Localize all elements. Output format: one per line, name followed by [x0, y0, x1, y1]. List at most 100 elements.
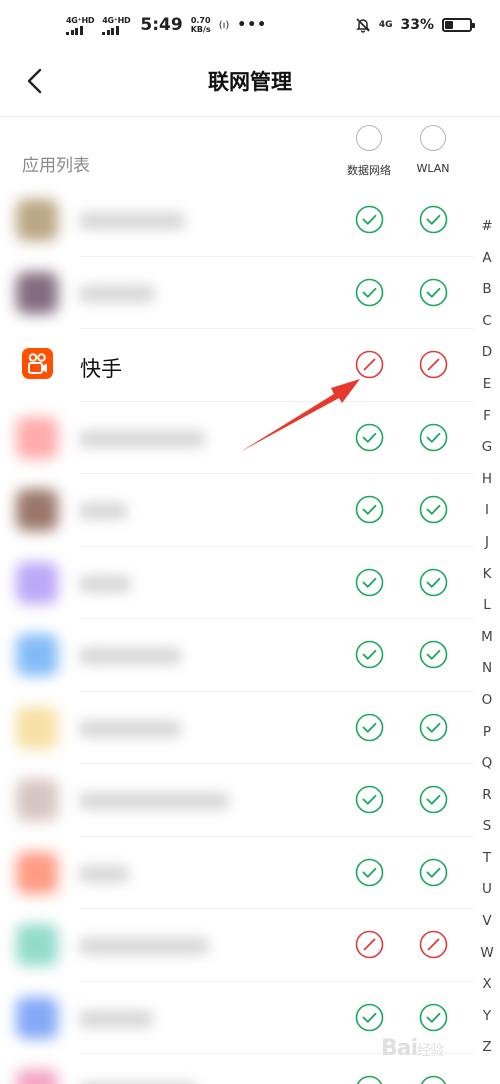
signal-bars-icon [102, 25, 119, 35]
app-icon [16, 924, 58, 966]
mobile-data-allowed-icon[interactable] [355, 495, 384, 524]
index-letter[interactable]: I [476, 500, 498, 532]
mobile-data-allowed-icon[interactable] [355, 1003, 384, 1032]
app-name-redacted [78, 429, 206, 448]
index-letter[interactable]: Q [476, 753, 498, 785]
app-name-redacted [78, 937, 210, 955]
index-letter[interactable]: R [476, 785, 498, 817]
app-icon [16, 779, 58, 821]
wlan-allowed-icon[interactable] [419, 785, 448, 814]
wlan-blocked-icon[interactable] [419, 350, 448, 379]
wlan-blocked-icon[interactable] [419, 930, 448, 959]
mobile-data-allowed-icon[interactable] [355, 713, 384, 742]
app-row[interactable] [0, 184, 500, 257]
index-letter[interactable]: A [476, 248, 498, 280]
wlan-allowed-icon[interactable] [419, 640, 448, 669]
mobile-data-allowed-icon[interactable] [355, 858, 384, 887]
wlan-allowed-icon[interactable] [419, 278, 448, 307]
app-name-redacted [78, 574, 132, 593]
index-letter[interactable]: M [476, 627, 498, 659]
index-letter[interactable]: C [476, 311, 498, 343]
more-notifications-icon: ••• [237, 17, 268, 33]
alphabet-index[interactable]: # A B C D E F G H I J K L M N O P Q R S T U V W X Y Z [476, 216, 498, 1069]
index-letter[interactable]: X [476, 974, 498, 1006]
app-name-redacted [78, 864, 130, 883]
app-icon [16, 1069, 58, 1084]
wlan-allowed-icon[interactable] [419, 858, 448, 887]
app-list: 快手 [0, 184, 500, 1084]
wlan-allowed-icon[interactable] [419, 1075, 448, 1084]
network-type: 4G [378, 19, 393, 30]
app-icon [16, 199, 58, 241]
app-row[interactable] [0, 909, 500, 982]
index-letter[interactable]: Z [476, 1037, 498, 1069]
index-letter[interactable]: B [476, 279, 498, 311]
mobile-data-allowed-icon[interactable] [355, 278, 384, 307]
app-row[interactable] [0, 764, 500, 837]
app-row[interactable] [0, 692, 500, 764]
wlan-allowed-icon[interactable] [419, 205, 448, 234]
network-speed: 0.70 KB/s [191, 16, 211, 34]
index-letter[interactable]: P [476, 722, 498, 754]
index-letter[interactable]: U [476, 879, 498, 911]
watermark-brand: Bai [381, 1036, 418, 1061]
list-title: 应用列表 [22, 156, 90, 176]
mobile-data-blocked-icon[interactable] [355, 930, 384, 959]
index-letter[interactable]: Y [476, 1006, 498, 1038]
signal-bars-icon [66, 25, 83, 35]
index-letter[interactable]: G [476, 437, 498, 469]
wlan-allowed-icon[interactable] [419, 568, 448, 597]
signal-sim1: 4G⁺HD [66, 15, 95, 35]
battery-percent: 33% [400, 17, 434, 33]
index-letter[interactable]: D [476, 342, 498, 374]
index-letter[interactable]: N [476, 658, 498, 690]
index-letter[interactable]: H [476, 469, 498, 501]
watermark: Bai经验 [381, 1036, 444, 1061]
watermark-suffix: 经验 [417, 1043, 444, 1059]
status-right: 4G 33% [355, 17, 475, 33]
index-letter[interactable]: S [476, 816, 498, 848]
index-letter[interactable]: O [476, 690, 498, 722]
app-row[interactable] [0, 257, 500, 329]
mobile-data-blocked-icon[interactable] [355, 350, 384, 379]
annotation-arrow [240, 379, 360, 452]
app-row[interactable] [0, 619, 500, 692]
app-icon [16, 634, 58, 676]
index-letter[interactable]: # [476, 216, 498, 248]
signal-sim2: 4G⁺HD [102, 16, 131, 35]
index-letter[interactable]: T [476, 848, 498, 880]
mobile-data-allowed-icon[interactable] [355, 640, 384, 669]
mobile-data-allowed-icon[interactable] [355, 785, 384, 814]
index-letter[interactable]: E [476, 374, 498, 406]
wlan-allowed-icon[interactable] [419, 713, 448, 742]
app-icon [16, 271, 58, 314]
app-icon [16, 706, 58, 749]
index-letter[interactable]: V [476, 911, 498, 943]
clock: 5:49 [140, 15, 183, 35]
column-wlan: WLAN [393, 125, 473, 175]
select-all-wlan-toggle[interactable] [420, 125, 446, 151]
battery-icon [442, 18, 475, 32]
index-letter[interactable]: F [476, 406, 498, 438]
index-letter[interactable]: W [476, 943, 498, 975]
app-row[interactable] [0, 474, 500, 547]
app-row[interactable] [0, 837, 500, 909]
speed-value: 0.70 [190, 16, 211, 25]
index-letter[interactable]: L [476, 595, 498, 627]
mobile-data-allowed-icon[interactable] [355, 205, 384, 234]
mobile-data-allowed-icon[interactable] [355, 568, 384, 597]
select-all-data-toggle[interactable] [356, 125, 382, 151]
index-letter[interactable]: J [476, 532, 498, 564]
wlan-allowed-icon[interactable] [419, 1003, 448, 1032]
column-label-wlan: WLAN [416, 162, 450, 175]
index-letter[interactable]: K [476, 564, 498, 596]
app-row[interactable] [0, 547, 500, 619]
wlan-allowed-icon[interactable] [419, 423, 448, 452]
signal-label: 4G⁺HD [66, 15, 95, 25]
app-icon [16, 416, 58, 459]
list-header: 应用列表 数据网络 WLAN [0, 117, 500, 187]
mobile-data-allowed-icon[interactable] [355, 1075, 384, 1084]
app-name-redacted [78, 502, 128, 520]
app-name-redacted [78, 212, 186, 230]
wlan-allowed-icon[interactable] [419, 495, 448, 524]
